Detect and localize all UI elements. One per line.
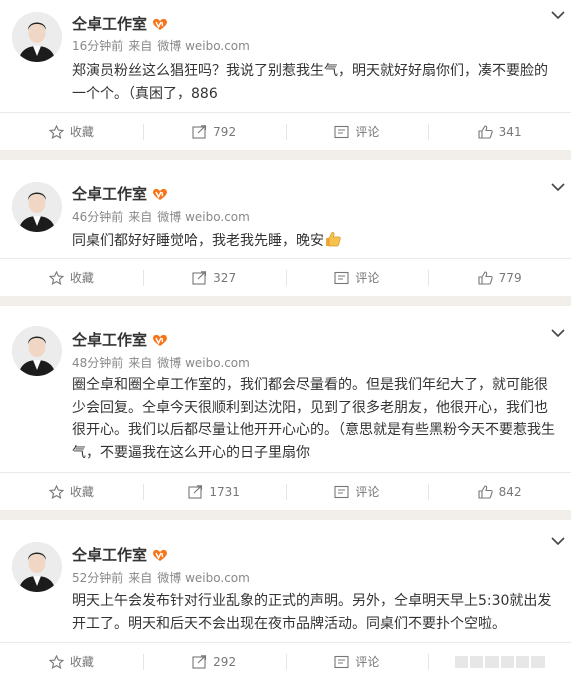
thumbs-up-icon [478, 124, 493, 139]
account-name[interactable]: 仝卓工作室 [72, 545, 168, 565]
account-name-label[interactable]: 仝卓工作室 [72, 14, 147, 34]
weibo-post: 仝卓工作室 52分钟前 来自 微博 weibo.com 明天上午会发布针对行业乱象的… [0, 520, 571, 675]
thumbs-up-icon [478, 270, 493, 285]
vip-badge-icon [153, 334, 167, 346]
weibo-post: 仝卓工作室 48分钟前 来自 微博 weibo.com 圈仝卓和圈仝卓工作室的，我们… [0, 306, 571, 510]
source-app[interactable]: 微博 weibo.com [157, 571, 250, 585]
repost-count: 327 [213, 270, 237, 285]
post-meta: 48分钟前 来自 微博 weibo.com [72, 355, 255, 371]
repost-count: 1731 [209, 484, 240, 499]
repost-count: 292 [213, 654, 237, 669]
favorite-label: 收藏 [69, 485, 94, 499]
comment-label: 评论 [355, 485, 380, 499]
post-toolbar: 收藏 792 评论 341 [0, 112, 571, 150]
like-count: 341 [498, 124, 522, 139]
favorite-button[interactable]: 收藏 [0, 643, 143, 675]
like-count: 842 [498, 484, 522, 499]
comment-label: 评论 [355, 655, 380, 669]
favorite-button[interactable]: 收藏 [0, 113, 143, 150]
repost-icon [192, 124, 207, 139]
favorite-button[interactable]: 收藏 [0, 259, 143, 296]
chevron-down-icon[interactable] [551, 536, 565, 546]
source-app[interactable]: 微博 weibo.com [157, 39, 250, 53]
account-name[interactable]: 仝卓工作室 [72, 14, 168, 34]
post-text: 圈仝卓和圈仝卓工作室的，我们都会尽量看的。但是我们年纪大了，就可能很少会回复。仝… [72, 377, 555, 461]
repost-icon [188, 484, 203, 499]
repost-button[interactable]: 292 [142, 643, 286, 675]
comment-button[interactable]: 评论 [285, 643, 429, 675]
favorite-label: 收藏 [69, 125, 94, 139]
repost-button[interactable]: 327 [142, 259, 286, 296]
post-text: 郑演员粉丝这么猖狂吗？我说了别惹我生气，明天就好好扇你们，凑不要脸的一个个。（真… [72, 63, 548, 102]
repost-icon [192, 654, 207, 669]
avatar[interactable] [12, 182, 62, 232]
watermark-blur [454, 655, 545, 668]
repost-icon [192, 270, 207, 285]
account-name[interactable]: 仝卓工作室 [72, 330, 168, 350]
like-button[interactable]: 842 [428, 473, 571, 510]
vip-badge-icon [153, 18, 167, 30]
star-icon [48, 124, 64, 139]
comment-button[interactable]: 评论 [285, 259, 429, 296]
source-app[interactable]: 微博 weibo.com [157, 356, 250, 370]
post-text-wrap: 同桌们都好好睡觉哈，我老我先睡，晚安 [72, 230, 561, 253]
post-meta: 46分钟前 来自 微博 weibo.com [72, 209, 255, 225]
account-name-label[interactable]: 仝卓工作室 [72, 184, 147, 204]
comment-icon [334, 485, 349, 498]
post-text: 明天上午会发布针对行业乱象的正式的声明。另外，仝卓明天早上5:30就出发开工了。… [72, 593, 552, 632]
star-icon [48, 654, 64, 669]
comment-button[interactable]: 评论 [285, 473, 429, 510]
star-icon [48, 270, 64, 285]
post-meta: 52分钟前 来自 微博 weibo.com [72, 570, 255, 586]
source-app[interactable]: 微博 weibo.com [157, 210, 250, 224]
favorite-label: 收藏 [69, 271, 94, 285]
post-toolbar: 收藏 327 评论 779 [0, 258, 571, 296]
favorite-button[interactable]: 收藏 [0, 473, 143, 510]
like-button[interactable]: 779 [428, 259, 571, 296]
comment-button[interactable]: 评论 [285, 113, 429, 150]
like-button[interactable]: 341 [428, 113, 571, 150]
like-count: 779 [498, 270, 522, 285]
repost-button[interactable]: 1731 [142, 473, 286, 510]
source-prefix: 来自 [128, 210, 153, 224]
favorite-label: 收藏 [69, 655, 94, 669]
post-time[interactable]: 46分钟前 [72, 210, 123, 224]
thumbs-up-icon [478, 484, 493, 499]
account-name-label[interactable]: 仝卓工作室 [72, 330, 147, 350]
post-time[interactable]: 48分钟前 [72, 356, 123, 370]
chevron-down-icon[interactable] [551, 328, 565, 338]
source-prefix: 来自 [128, 356, 153, 370]
chevron-down-icon[interactable] [551, 10, 565, 20]
account-name-label[interactable]: 仝卓工作室 [72, 545, 147, 565]
vip-badge-icon [153, 188, 167, 200]
post-toolbar: 收藏 1731 评论 842 [0, 472, 571, 510]
weibo-post: 仝卓工作室 46分钟前 来自 微博 weibo.com 同桌们都好好睡觉哈，我老我先… [0, 160, 571, 296]
post-toolbar: 收藏 292 评论 [0, 642, 571, 675]
post-time[interactable]: 52分钟前 [72, 571, 123, 585]
comment-icon [334, 271, 349, 284]
repost-count: 792 [213, 124, 237, 139]
post-meta: 16分钟前 来自 微博 weibo.com [72, 38, 255, 54]
star-icon [48, 484, 64, 499]
comment-icon [334, 655, 349, 668]
vip-badge-icon [153, 549, 167, 561]
post-time[interactable]: 16分钟前 [72, 39, 123, 53]
post-text: 同桌们都好好睡觉哈，我老我先睡，晚安 [72, 233, 324, 249]
weibo-post: 仝卓工作室 16分钟前 来自 微博 weibo.com 郑演员粉丝这么猖狂吗？我说了… [0, 0, 571, 150]
avatar[interactable] [12, 326, 62, 376]
avatar[interactable] [12, 542, 62, 592]
comment-label: 评论 [355, 125, 380, 139]
source-prefix: 来自 [128, 39, 153, 53]
chevron-down-icon[interactable] [551, 182, 565, 192]
account-name[interactable]: 仝卓工作室 [72, 184, 168, 204]
comment-icon [334, 125, 349, 138]
thumbs-up-emoji-icon [326, 232, 341, 247]
avatar[interactable] [12, 12, 62, 62]
source-prefix: 来自 [128, 571, 153, 585]
like-button[interactable] [428, 643, 571, 675]
repost-button[interactable]: 792 [142, 113, 286, 150]
comment-label: 评论 [355, 271, 380, 285]
